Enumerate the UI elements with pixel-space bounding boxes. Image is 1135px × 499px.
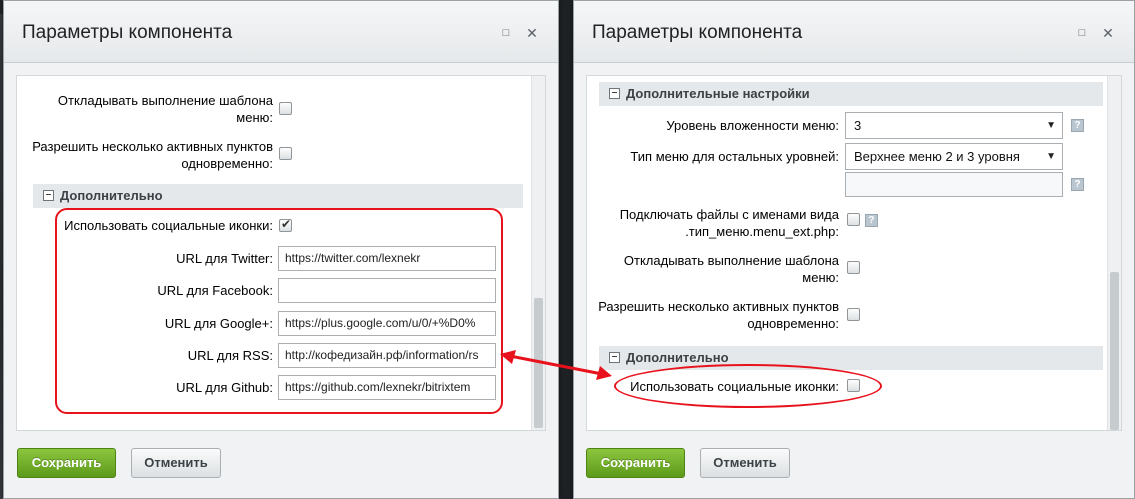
dialog-title: Параметры компонента: [592, 22, 803, 43]
defer-template-row: Откладывать выполнение шаблона меню:: [17, 92, 537, 126]
save-button[interactable]: Сохранить: [586, 448, 685, 478]
right-dialog: Параметры компонента □ ✕ – Дополнительные…: [573, 0, 1135, 499]
section-extra-settings[interactable]: – Дополнительные настройки: [599, 82, 1103, 106]
section-extra-settings-title: Дополнительные настройки: [626, 86, 810, 101]
defer-template-checkbox[interactable]: [847, 261, 860, 274]
maximize-icon[interactable]: □: [498, 25, 514, 41]
multi-active-checkbox[interactable]: [279, 147, 292, 160]
left-titlebar: Параметры компонента □ ✕: [4, 1, 558, 63]
triangle-down-icon: ▼: [1046, 151, 1056, 162]
maximize-icon[interactable]: □: [1074, 25, 1090, 41]
cancel-button[interactable]: Отменить: [131, 448, 221, 478]
section-additional[interactable]: – Дополнительно: [33, 184, 523, 208]
double-arrow-icon: [500, 350, 612, 380]
defer-template-checkbox[interactable]: [279, 102, 292, 115]
collapse-icon[interactable]: –: [43, 190, 54, 202]
close-icon[interactable]: ✕: [1100, 25, 1116, 41]
nesting-level-select[interactable]: 3 ▼: [845, 112, 1063, 139]
nesting-level-label: Уровень вложенности меню:: [666, 118, 839, 133]
multi-active-row: Разрешить несколько активных пунктов одн…: [17, 138, 537, 172]
right-titlebar: Параметры компонента □ ✕: [574, 1, 1134, 63]
multi-active-label: Разрешить несколько активных пунктов одн…: [598, 299, 839, 331]
dialog-title: Параметры компонента: [22, 22, 233, 43]
section-additional-title: Дополнительно: [60, 188, 163, 203]
menu-type-value: Верхнее меню 2 и 3 уровня: [854, 149, 1020, 164]
nesting-level-value: 3: [854, 118, 862, 133]
collapse-icon[interactable]: –: [609, 88, 620, 100]
close-icon[interactable]: ✕: [524, 25, 540, 41]
menu-type-extra-input[interactable]: [845, 172, 1063, 197]
include-files-checkbox[interactable]: [847, 213, 860, 226]
menu-type-select[interactable]: Верхнее меню 2 и 3 уровня ▼: [845, 143, 1063, 170]
cancel-button[interactable]: Отменить: [700, 448, 790, 478]
question-icon[interactable]: ?: [1071, 178, 1084, 191]
multi-active-checkbox[interactable]: [847, 308, 860, 321]
include-files-label: Подключать файлы с именами вида .тип_мен…: [619, 207, 839, 239]
menu-type-label: Тип меню для остальных уровней:: [630, 149, 839, 164]
right-scroll-thumb[interactable]: [1110, 272, 1119, 430]
defer-template-label: Откладывать выполнение шаблона меню:: [623, 253, 839, 285]
annotation-highlight-rect: [55, 208, 503, 414]
question-icon[interactable]: ?: [1071, 119, 1084, 132]
save-button[interactable]: Сохранить: [17, 448, 116, 478]
triangle-down-icon: ▼: [1046, 120, 1056, 131]
background-gap: [558, 0, 574, 499]
section-additional[interactable]: – Дополнительно: [599, 346, 1103, 370]
right-scrollbar[interactable]: [1107, 76, 1121, 430]
annotation-highlight-ellipse: [614, 364, 882, 408]
question-icon[interactable]: ?: [865, 214, 878, 227]
multi-active-label: Разрешить несколько активных пунктов одн…: [32, 139, 273, 171]
defer-template-label: Откладывать выполнение шаблона меню:: [57, 93, 273, 125]
section-additional-title: Дополнительно: [626, 350, 729, 365]
